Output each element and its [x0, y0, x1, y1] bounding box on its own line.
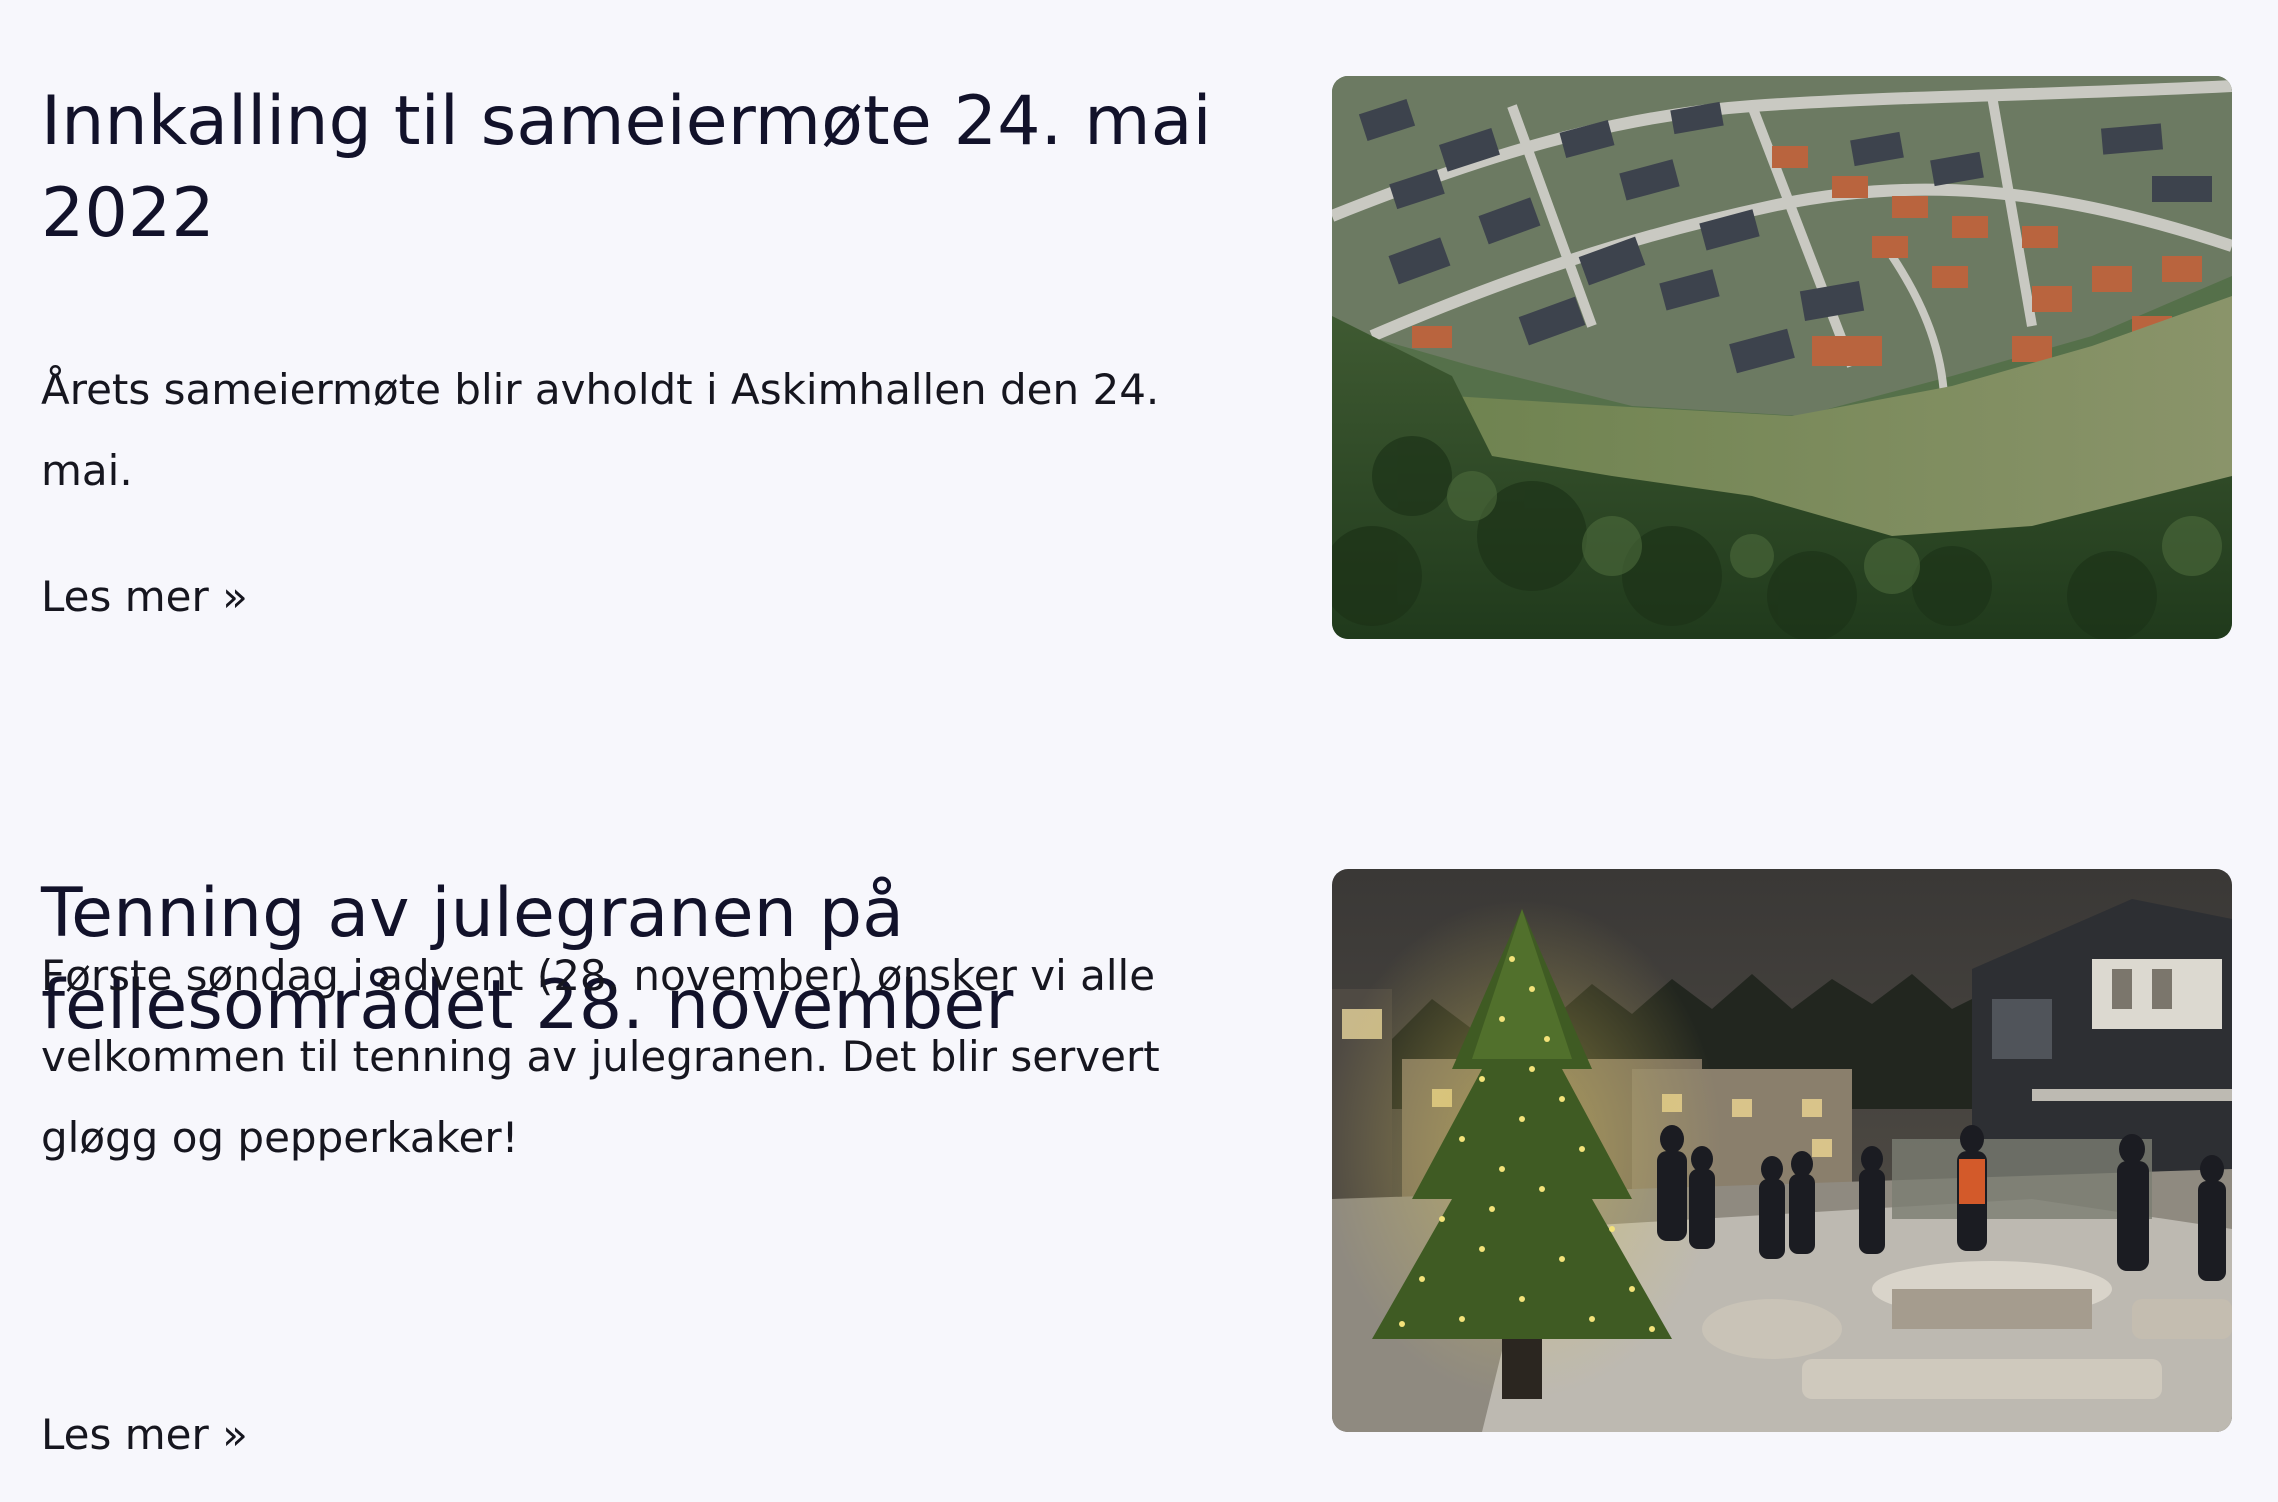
post-title[interactable]: Innkalling til sameiermøte 24. mai 2022	[41, 76, 1241, 260]
post-card: Tenning av julegranen på fellesområdet 2…	[0, 793, 2278, 1502]
post-thumbnail-christmas-tree[interactable]	[1332, 869, 2232, 1432]
post-excerpt: Første søndag i advent (28. november) øn…	[41, 951, 1160, 1162]
post-excerpt: Årets sameiermøte blir avholdt i Askimha…	[41, 365, 1160, 495]
aerial-neighborhood-image	[1332, 76, 2232, 639]
read-more-link[interactable]: Les mer »	[41, 567, 248, 627]
christmas-tree-image	[1332, 869, 2232, 1432]
post-thumbnail-aerial[interactable]	[1332, 76, 2232, 639]
read-more-link[interactable]: Les mer »	[41, 1405, 248, 1465]
post-card: Innkalling til sameiermøte 24. mai 2022 …	[0, 0, 2278, 700]
